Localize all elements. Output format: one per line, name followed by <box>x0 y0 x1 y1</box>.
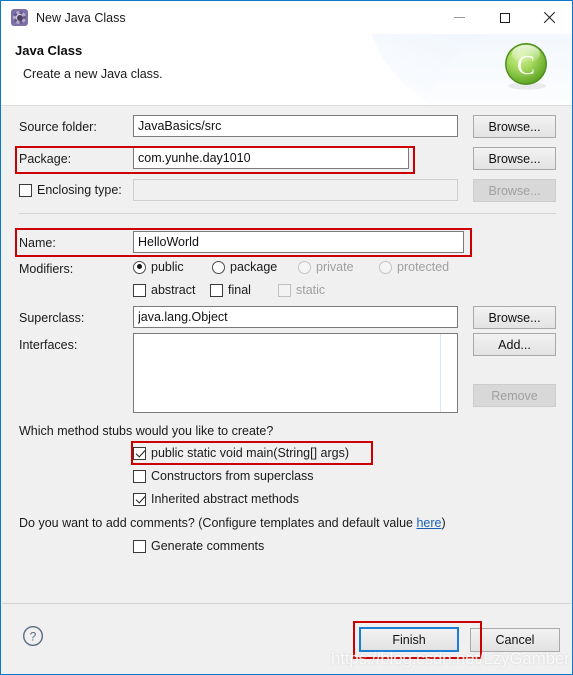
finish-button[interactable]: Finish <box>359 627 459 652</box>
source-folder-input[interactable] <box>133 115 458 137</box>
enclosing-type-checkbox[interactable] <box>19 183 32 197</box>
package-browse-button[interactable]: Browse... <box>473 147 556 170</box>
radio-public-label: public <box>151 260 184 274</box>
interfaces-list-scrollbar[interactable] <box>440 334 441 412</box>
package-input[interactable] <box>133 147 409 169</box>
close-button[interactable] <box>527 1 572 34</box>
checkbox-final-label: final <box>228 283 251 297</box>
window-controls <box>437 1 572 34</box>
help-icon[interactable]: ? <box>22 625 44 647</box>
name-label: Name: <box>19 236 56 250</box>
enclosing-type-input <box>133 179 458 201</box>
checkbox-final-icon[interactable] <box>210 283 223 297</box>
radio-private-label: private <box>316 260 354 274</box>
enclosing-type-label: Enclosing type: <box>37 183 122 197</box>
enclosing-type-checkbox-row[interactable]: Enclosing type: <box>19 183 122 197</box>
new-java-class-dialog: New Java Class Java Class Create a new J… <box>0 0 573 675</box>
checkbox-constructors-icon[interactable] <box>133 469 146 483</box>
modifier-checkbox-abstract[interactable]: abstract <box>133 283 195 297</box>
checkbox-abstract-label: abstract <box>151 283 196 297</box>
radio-protected-label: protected <box>397 260 450 274</box>
modifiers-label: Modifiers: <box>19 262 74 276</box>
generate-comments-label: Generate comments <box>151 539 265 553</box>
radio-public-icon[interactable] <box>133 260 146 274</box>
java-class-wizard-icon <box>11 9 28 26</box>
superclass-input[interactable] <box>133 306 458 328</box>
stub-inherited-row[interactable]: Inherited abstract methods <box>133 492 299 506</box>
java-class-green-badge-icon: C <box>500 39 554 93</box>
method-stubs-question: Which method stubs would you like to cre… <box>19 424 274 438</box>
svg-text:?: ? <box>30 629 37 643</box>
modifier-checkbox-final[interactable]: final <box>210 283 251 297</box>
section-divider <box>19 213 556 214</box>
cancel-button[interactable]: Cancel <box>470 628 560 652</box>
radio-private-icon <box>298 260 311 274</box>
modifier-checkbox-static: static <box>278 283 325 297</box>
maximize-button[interactable] <box>482 1 527 34</box>
generate-comments-row[interactable]: Generate comments <box>133 539 264 553</box>
interfaces-remove-button: Remove <box>473 384 556 407</box>
svg-text:C: C <box>517 50 535 80</box>
checkbox-inherited-icon[interactable] <box>133 492 146 506</box>
name-input[interactable] <box>133 231 464 253</box>
stub-constructors-row[interactable]: Constructors from superclass <box>133 469 314 483</box>
wizard-header: Java Class Create a new Java class. C <box>1 34 572 106</box>
title-bar: New Java Class <box>1 1 572 34</box>
enclosing-type-browse-button: Browse... <box>473 179 556 202</box>
comments-question-prefix: Do you want to add comments? (Configure … <box>19 516 417 530</box>
source-folder-browse-button[interactable]: Browse... <box>473 115 556 138</box>
dialog-body: Source folder: Browse... Package: Browse… <box>2 106 571 603</box>
configure-templates-link[interactable]: here <box>416 516 441 530</box>
interfaces-add-button[interactable]: Add... <box>473 333 556 356</box>
interfaces-list[interactable] <box>133 333 458 413</box>
window-title: New Java Class <box>36 10 126 25</box>
close-icon <box>543 11 556 24</box>
radio-package-label: package <box>230 260 278 274</box>
checkbox-static-icon <box>278 283 291 297</box>
superclass-label: Superclass: <box>19 311 85 325</box>
radio-protected-icon <box>379 260 392 274</box>
minimize-button[interactable] <box>437 1 482 34</box>
modifier-radio-public[interactable]: public <box>133 260 184 274</box>
superclass-browse-button[interactable]: Browse... <box>473 306 556 329</box>
stub-main-method-row[interactable]: public static void main(String[] args) <box>133 446 349 460</box>
modifier-radio-package[interactable]: package <box>212 260 277 274</box>
maximize-icon <box>499 12 510 23</box>
page-subtitle: Create a new Java class. <box>23 67 163 81</box>
source-folder-label: Source folder: <box>19 120 97 134</box>
checkbox-static-label: static <box>296 283 326 297</box>
radio-package-icon[interactable] <box>212 260 225 274</box>
checkbox-main-method-icon[interactable] <box>133 446 146 460</box>
modifier-radio-private: private <box>298 260 354 274</box>
interfaces-label: Interfaces: <box>19 338 78 352</box>
modifier-radio-protected: protected <box>379 260 449 274</box>
minimize-icon <box>454 17 465 18</box>
comments-question: Do you want to add comments? (Configure … <box>19 516 446 530</box>
checkbox-generate-comments-icon[interactable] <box>133 539 146 553</box>
comments-question-suffix: ) <box>441 516 446 530</box>
stub-constructors-label: Constructors from superclass <box>151 469 314 483</box>
stub-main-method-label: public static void main(String[] args) <box>151 446 349 460</box>
package-label: Package: <box>19 152 72 166</box>
checkbox-abstract-icon[interactable] <box>133 283 146 297</box>
page-title: Java Class <box>15 43 83 58</box>
stub-inherited-label: Inherited abstract methods <box>151 492 299 506</box>
